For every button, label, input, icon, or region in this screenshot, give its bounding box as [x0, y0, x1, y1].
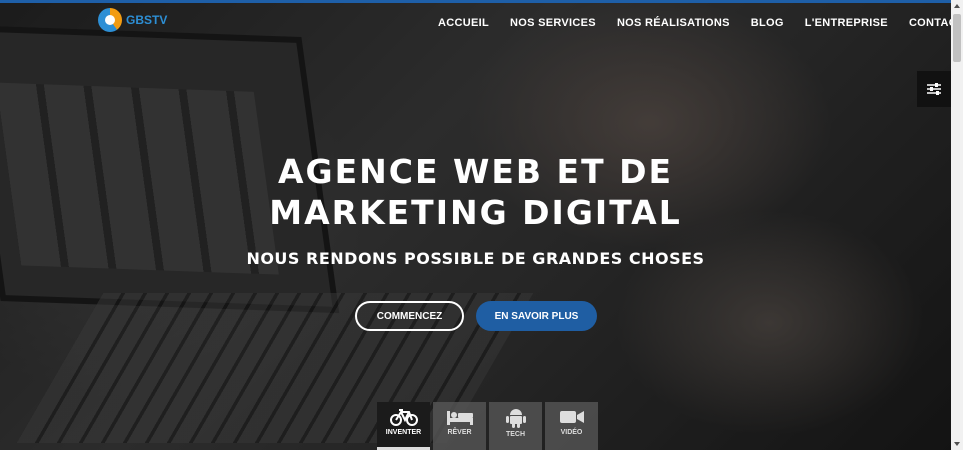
- nav-item-nos-services[interactable]: NOS SERVICES: [510, 17, 596, 29]
- hero-title-line-1: AGENCE WEB ET DE: [277, 152, 674, 191]
- tab-tech[interactable]: TECH: [489, 402, 542, 450]
- feature-tabs: INVENTER RÊVER TECH VIDÉO: [377, 402, 598, 450]
- tab-label: VIDÉO: [560, 429, 583, 436]
- video-camera-icon: [559, 411, 584, 423]
- en-savoir-plus-button[interactable]: EN SAVOIR PLUS: [476, 301, 597, 331]
- hero-subtitle: NOUS RENDONS POSSIBLE DE GRANDES CHOSES: [246, 249, 705, 268]
- tab-rever[interactable]: RÊVER: [433, 402, 486, 450]
- tab-label: TECH: [505, 431, 526, 438]
- tab-video[interactable]: VIDÉO: [545, 402, 598, 450]
- settings-toggle-button[interactable]: [917, 71, 951, 107]
- bicycle-icon: [389, 409, 418, 426]
- tab-label: RÊVER: [447, 429, 472, 436]
- nav-item-blog[interactable]: BLOG: [751, 17, 784, 29]
- commencez-button[interactable]: COMMENCEZ: [355, 301, 464, 331]
- tab-inventer[interactable]: INVENTER: [377, 402, 430, 450]
- scroll-down-arrow-icon[interactable]: [954, 442, 960, 446]
- scroll-up-arrow-icon[interactable]: [954, 4, 960, 8]
- sliders-icon: [927, 83, 941, 95]
- hero-title-line-2: MARKETING DIGITAL: [269, 193, 682, 232]
- bed-icon: [446, 411, 473, 425]
- nav-item-nos-realisations[interactable]: NOS RÉALISATIONS: [617, 17, 730, 29]
- logo-icon: [98, 8, 122, 32]
- scrollbar-thumb[interactable]: [953, 14, 961, 62]
- tab-label: INVENTER: [385, 429, 422, 436]
- nav-item-accueil[interactable]: ACCUEIL: [438, 17, 489, 29]
- nav-item-entreprise[interactable]: L'ENTREPRISE: [805, 17, 888, 29]
- site-logo[interactable]: GBSTV: [98, 6, 167, 34]
- logo-text: GBSTV: [126, 13, 168, 27]
- main-nav: ACCUEIL NOS SERVICES NOS RÉALISATIONS BL…: [438, 17, 963, 29]
- page-scrollbar[interactable]: [951, 0, 963, 450]
- android-icon: [505, 409, 526, 428]
